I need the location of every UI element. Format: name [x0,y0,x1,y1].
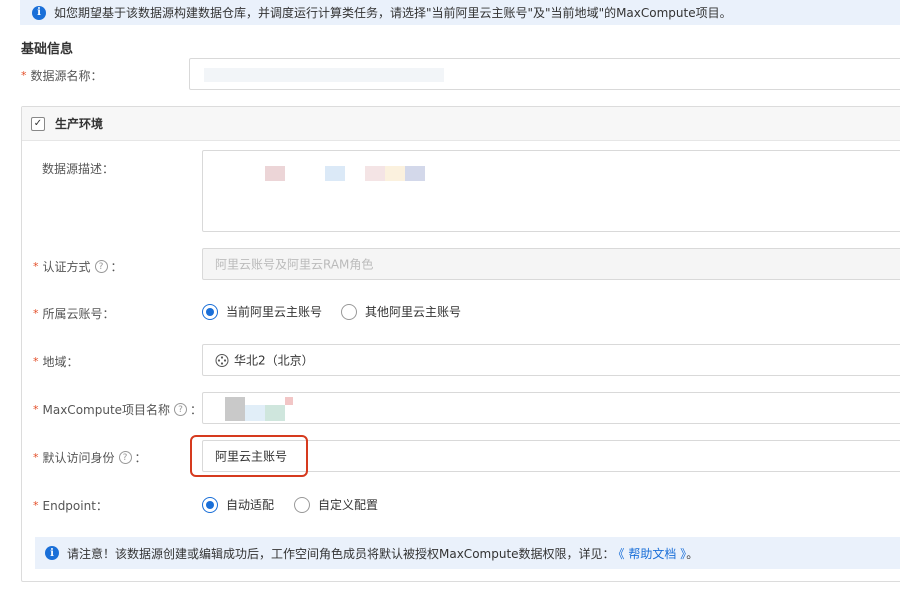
redacted-block [405,166,425,181]
radio-endpoint-custom[interactable]: 自定义配置 [294,496,378,513]
banner-text: 如您期望基于该数据源构建数据仓库，并调度运行计算类任务，请选择"当前阿里云主账号… [54,6,732,20]
help-doc-link[interactable]: 《 帮助文档 》 [619,547,687,561]
notice-banner: i 请注意！该数据源创建或编辑成功后，工作空间角色成员将默认被授权MaxComp… [35,537,900,569]
info-icon: i [32,5,46,20]
radio-other-account[interactable]: 其他阿里云主账号 [341,303,461,320]
redacted-value [204,68,444,82]
radio-off-icon [341,303,357,320]
globe-icon [215,353,229,367]
account-label: * 所属云账号： [33,307,115,321]
radio-current-account[interactable]: 当前阿里云主账号 [202,303,322,320]
project-label: * MaxCompute项目名称 ? ： [33,403,203,417]
auth-label: * 认证方式 ? ： [33,260,123,274]
help-icon[interactable]: ? [94,260,108,273]
redacted-block [285,397,293,405]
radio-endpoint-auto[interactable]: 自动适配 [202,496,274,513]
redacted-block [385,166,405,181]
redacted-block [325,166,345,181]
required-mark: * [21,69,27,82]
desc-textarea[interactable] [202,150,900,232]
project-select[interactable] [202,392,900,424]
identity-label: * 默认访问身份 ? ： [33,451,147,465]
info-icon: i [45,546,59,560]
section-title-basic: 基础信息 [21,42,74,57]
region-select[interactable]: 华北2（北京） [202,344,900,376]
radio-on-icon [202,303,218,320]
redacted-block [245,405,265,421]
ds-name-label: * 数据源名称： [21,69,103,83]
help-icon[interactable]: ? [118,451,132,464]
ds-name-input[interactable] [189,58,900,90]
desc-label: 数据源描述： [42,162,115,176]
help-icon[interactable]: ? [174,403,188,416]
auth-select: 阿里云账号及阿里云RAM角色 [202,248,900,280]
info-banner: i 如您期望基于该数据源构建数据仓库，并调度运行计算类任务，请选择"当前阿里云主… [20,0,900,25]
redacted-block [365,166,385,181]
radio-off-icon [294,496,310,513]
redacted-block [265,405,285,421]
panel-title: 生产环境 [55,117,104,131]
region-label: * 地域： [33,355,79,369]
redacted-block [265,166,285,181]
highlight-box [190,435,308,477]
checkbox-icon[interactable]: ✓ [31,116,45,131]
endpoint-label: * Endpoint： [33,499,108,513]
panel-header: ✓ 生产环境 [22,107,900,141]
radio-on-icon [202,496,218,513]
redacted-block [225,397,245,421]
